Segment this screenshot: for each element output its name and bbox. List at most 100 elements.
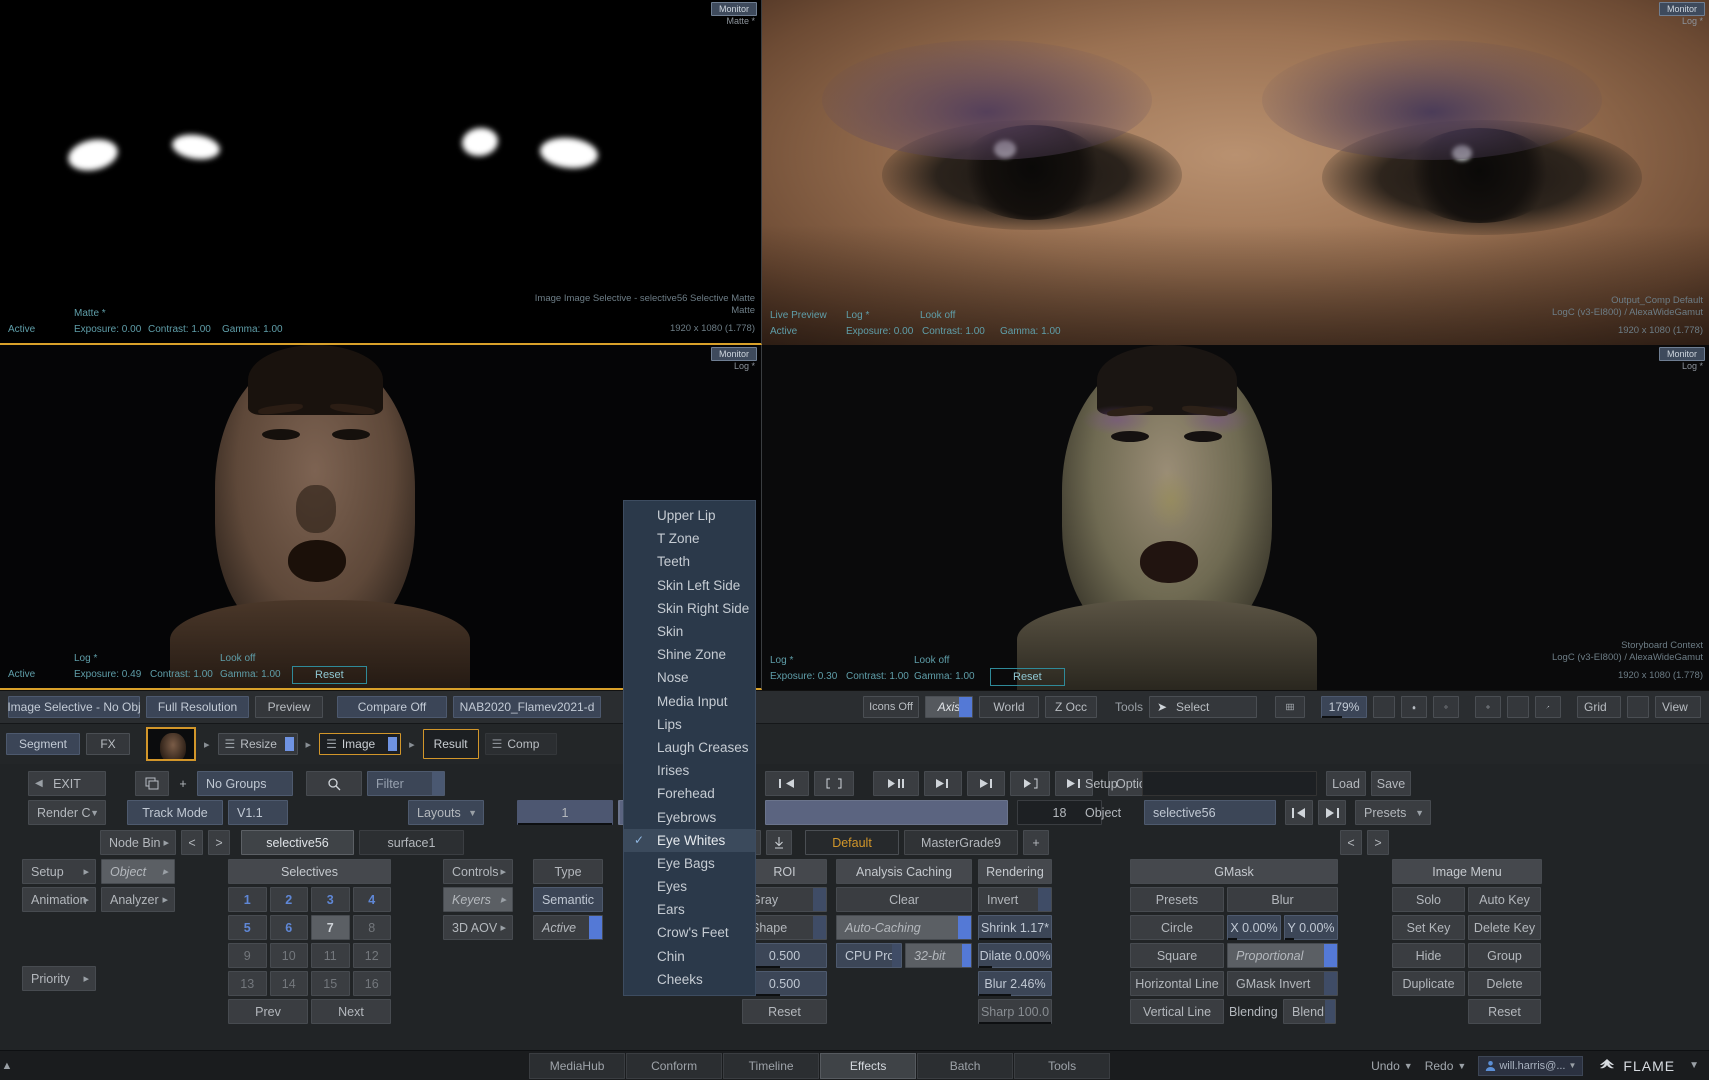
sharp-field[interactable]: Sharp 100.0: [978, 999, 1052, 1024]
icons-toggle-button[interactable]: Icons Off: [863, 696, 919, 718]
blur-field[interactable]: Blur 2.46%: [978, 971, 1052, 996]
controls-menu-button[interactable]: Controls: [443, 859, 513, 884]
node-next-button[interactable]: >: [208, 830, 230, 855]
node-tab-selective56[interactable]: selective56: [241, 830, 354, 855]
selective-prev-button[interactable]: Prev: [228, 999, 308, 1024]
zoom-dropdown[interactable]: [1373, 696, 1395, 718]
rendering-invert-toggle-tab[interactable]: [1038, 888, 1051, 911]
roi-reset-button[interactable]: Reset: [742, 999, 827, 1024]
set-key-button[interactable]: Set Key: [1392, 915, 1465, 940]
load-setup-button[interactable]: Load: [1326, 771, 1366, 796]
bit-depth-toggle[interactable]: 32-bit: [905, 943, 972, 968]
semantic-dropdown[interactable]: Semantic: [533, 887, 603, 912]
comp-node-button[interactable]: ☰ Comp: [485, 733, 557, 755]
hide-button[interactable]: Hide: [1392, 943, 1465, 968]
clip-name-field[interactable]: NAB2020_Flamev2021-d: [453, 696, 601, 718]
exit-button[interactable]: ◀ EXIT: [28, 771, 106, 796]
gmask-invert-toggle[interactable]: GMask Invert: [1227, 971, 1338, 996]
menu-item-lips[interactable]: Lips: [624, 713, 755, 736]
gmask-presets-button[interactable]: Presets: [1130, 887, 1224, 912]
selective-button-12[interactable]: 12: [353, 943, 392, 968]
gmask-invert-toggle-tab[interactable]: [1324, 972, 1337, 995]
home-icon[interactable]: [1401, 696, 1427, 718]
gmask-x-field[interactable]: X 0.00%: [1227, 915, 1281, 940]
menu-item-irises[interactable]: Irises: [624, 759, 755, 782]
menu-item-skin-left-side[interactable]: Skin Left Side: [624, 574, 755, 597]
search-icon[interactable]: [306, 771, 362, 796]
bracket-icon[interactable]: [814, 771, 854, 796]
gmask-blend-toggle-tab[interactable]: [1325, 1000, 1335, 1023]
menu-item-nose[interactable]: Nose: [624, 666, 755, 689]
viewport-exposure-top-left[interactable]: Exposure: 0.00: [74, 324, 141, 335]
gmask-vertical-line-button[interactable]: Vertical Line: [1130, 999, 1224, 1024]
viewport-exposure-bottom-left[interactable]: Exposure: 0.49: [74, 669, 141, 680]
tab-conform[interactable]: Conform: [626, 1053, 722, 1079]
layout-number-field[interactable]: 1: [517, 800, 613, 825]
delete-key-button[interactable]: Delete Key: [1468, 915, 1541, 940]
grid-icon[interactable]: [1275, 696, 1305, 718]
node-tab-surface1[interactable]: surface1: [359, 830, 464, 855]
reset-button-bottom-right[interactable]: Reset: [990, 668, 1065, 686]
roi-gray-toggle-tab[interactable]: [813, 888, 826, 911]
viewport-gamma-bottom-right[interactable]: Gamma: 1.00: [914, 671, 975, 682]
eyedropper-icon[interactable]: [1535, 696, 1561, 718]
prev-object-icon[interactable]: [1285, 800, 1313, 825]
viewport-gamma-bottom-left[interactable]: Gamma: 1.00: [220, 669, 281, 680]
preview-button[interactable]: Preview: [255, 696, 323, 718]
target-dropdown[interactable]: [1507, 696, 1529, 718]
track-mode-button[interactable]: Track Mode: [127, 800, 223, 825]
aov3d-menu-button[interactable]: 3D AOV: [443, 915, 513, 940]
add-group-button[interactable]: +: [174, 771, 192, 796]
z-occlusion-button[interactable]: Z Occ: [1045, 696, 1097, 718]
roi-shape-toggle-tab[interactable]: [813, 916, 826, 939]
axis-button[interactable]: Axis: [925, 696, 973, 718]
selective-button-5[interactable]: 5: [228, 915, 267, 940]
tab-timeline[interactable]: Timeline: [723, 1053, 819, 1079]
cpu-proc-toggle-tab[interactable]: [892, 944, 901, 967]
menu-item-cheeks[interactable]: Cheeks: [624, 968, 755, 991]
menu-item-skin[interactable]: Skin: [624, 620, 755, 643]
menu-item-laugh-creases[interactable]: Laugh Creases: [624, 736, 755, 759]
viewport-top-right[interactable]: Monitor Log * Live Preview Active Log * …: [762, 0, 1709, 345]
gmask-blur-button[interactable]: Blur: [1227, 887, 1338, 912]
menu-item-skin-right-side[interactable]: Skin Right Side: [624, 597, 755, 620]
delete-button[interactable]: Delete: [1468, 971, 1541, 996]
reset-button-bottom-left[interactable]: Reset: [292, 666, 367, 684]
menu-item-t-zone[interactable]: T Zone: [624, 527, 755, 550]
node-bin-button[interactable]: Node Bin: [100, 830, 176, 855]
gmask-blend-toggle[interactable]: Blend: [1283, 999, 1336, 1024]
layouts-dropdown[interactable]: Layouts: [408, 800, 484, 825]
selective-button-11[interactable]: 11: [311, 943, 350, 968]
type-button[interactable]: Type: [533, 859, 603, 884]
down-arrow-icon-2[interactable]: [766, 830, 792, 855]
selective-button-14[interactable]: 14: [270, 971, 309, 996]
user-account-chip[interactable]: will.harris@... ▼: [1478, 1056, 1583, 1076]
selective-button-15[interactable]: 15: [311, 971, 350, 996]
fx-button[interactable]: FX: [86, 733, 130, 755]
gmask-circle-button[interactable]: Circle: [1130, 915, 1224, 940]
viewport-look-bottom-right[interactable]: Look off: [914, 655, 949, 666]
menu-item-chin[interactable]: Chin: [624, 945, 755, 968]
compare-button[interactable]: Compare Off: [337, 696, 447, 718]
grid-menu-dropdown[interactable]: [1627, 696, 1649, 718]
up-arrow-icon[interactable]: ▲: [0, 1060, 14, 1072]
selective-button-4[interactable]: 4: [353, 887, 392, 912]
object-menu-button[interactable]: Object: [101, 859, 175, 884]
node-name-field[interactable]: Image Selective - No Obj: [8, 696, 140, 718]
dilate-field[interactable]: Dilate 0.00%: [978, 943, 1052, 968]
selective-button-13[interactable]: 13: [228, 971, 267, 996]
object-name-field[interactable]: selective56: [1144, 800, 1276, 825]
play-icon[interactable]: [873, 771, 919, 796]
selective-next-button[interactable]: Next: [311, 999, 391, 1024]
menu-item-teeth[interactable]: Teeth: [624, 550, 755, 573]
animation-menu-button[interactable]: Animation: [22, 887, 96, 912]
selective-button-7[interactable]: 7: [311, 915, 350, 940]
grade-tab-default[interactable]: Default: [805, 830, 899, 855]
result-node-button[interactable]: Result: [423, 729, 479, 759]
viewport-exposure-top-right[interactable]: Exposure: 0.00: [846, 326, 913, 337]
add-grade-tab-button[interactable]: +: [1023, 830, 1049, 855]
duplicate-icon[interactable]: [135, 771, 169, 796]
resize-node-button[interactable]: ☰ Resize: [218, 733, 298, 755]
selective-button-16[interactable]: 16: [353, 971, 392, 996]
analyzer-menu-button[interactable]: Analyzer: [101, 887, 175, 912]
